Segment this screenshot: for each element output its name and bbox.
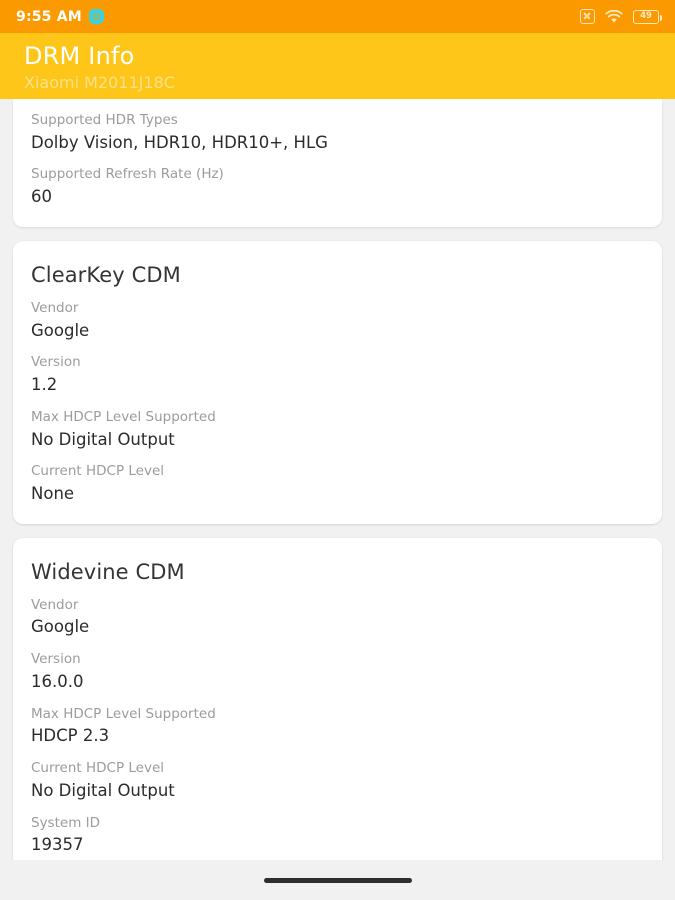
status-bar-clock: 9:55 AM [16, 8, 82, 25]
status-bar: 9:55 AM 49 [0, 0, 675, 33]
card-title: Widevine CDM [31, 559, 185, 584]
field-value: 16.0.0 [31, 671, 84, 691]
field-label: Supported Refresh Rate (Hz) [31, 166, 224, 183]
home-gesture-pill[interactable] [263, 877, 412, 883]
field-label: Supported HDR Types [31, 112, 178, 128]
field-label: Max HDCP Level Supported [31, 705, 216, 722]
battery-level-label: 49 [640, 11, 652, 22]
field-label: System ID [31, 814, 101, 831]
field-value: Dolby Vision, HDR10, HDR10+, HLG [31, 132, 328, 152]
info-field: Version 1.2 [31, 353, 644, 396]
info-field: Version 16.0.0 [31, 650, 644, 693]
field-value: 60 [31, 187, 52, 207]
info-field: Vendor Google [31, 596, 644, 639]
info-field: Max HDCP Level Supported HDCP 2.3 [31, 705, 644, 748]
info-field: Current HDCP Level None [31, 462, 644, 505]
field-label: Current HDCP Level [31, 463, 165, 480]
field-value: Google [31, 320, 90, 340]
field-label: Vendor [31, 299, 79, 316]
device-model-subtitle: Xiaomi M2011J18C [24, 72, 175, 92]
field-value: No Digital Output [31, 429, 175, 449]
status-bar-right: 49 [580, 9, 663, 24]
field-label: Version [31, 354, 81, 371]
field-value: 1.2 [31, 375, 58, 395]
field-label: Vendor [31, 596, 79, 613]
page-title: DRM Info [24, 41, 135, 70]
info-field: Max HDCP Level Supported No Digital Outpu… [31, 408, 644, 451]
field-value: No Digital Output [31, 780, 175, 800]
battery-icon: 49 [633, 9, 663, 24]
info-field: Current HDCP Level No Digital Output [31, 759, 644, 802]
field-value: Google [31, 617, 90, 637]
display-card: Supported HDR Types Dolby Vision, HDR10, … [13, 99, 662, 227]
field-label: Version [31, 651, 81, 668]
field-value: 19357 [31, 835, 84, 855]
info-field: Supported Refresh Rate (Hz) 60 [31, 165, 644, 208]
navigation-bar [0, 860, 675, 900]
clearkey-cdm-card: ClearKey CDM Vendor Google Version 1.2 Max HD… [13, 240, 662, 524]
widevine-cdm-card: Widevine CDM Vendor Google Version 16.0.0 Max… [13, 537, 662, 900]
card-top-spacer [31, 99, 644, 111]
app-bar: DRM Info Xiaomi M2011J18C [0, 33, 675, 99]
field-value: None [31, 483, 75, 503]
info-field: System ID 19357 [31, 814, 644, 857]
instagram-icon [88, 9, 104, 24]
wifi-icon [605, 9, 623, 24]
cards-container: Supported HDR Types Dolby Vision, HDR10, … [13, 99, 662, 900]
field-label: Max HDCP Level Supported [31, 408, 216, 425]
scroll-content[interactable]: Supported HDR Types Dolby Vision, HDR10, … [0, 99, 675, 900]
card-title: ClearKey CDM [31, 262, 181, 287]
phone-screen: 9:55 AM 49 DRM Info Xiaomi M2011J18C Sup… [0, 0, 675, 900]
info-field: Supported HDR Types Dolby Vision, HDR10, … [31, 111, 644, 154]
info-field: Vendor Google [31, 299, 644, 342]
status-bar-left: 9:55 AM [16, 9, 104, 25]
field-value: HDCP 2.3 [31, 726, 110, 746]
no-sim-icon [580, 9, 595, 24]
field-label: Current HDCP Level [31, 760, 165, 777]
